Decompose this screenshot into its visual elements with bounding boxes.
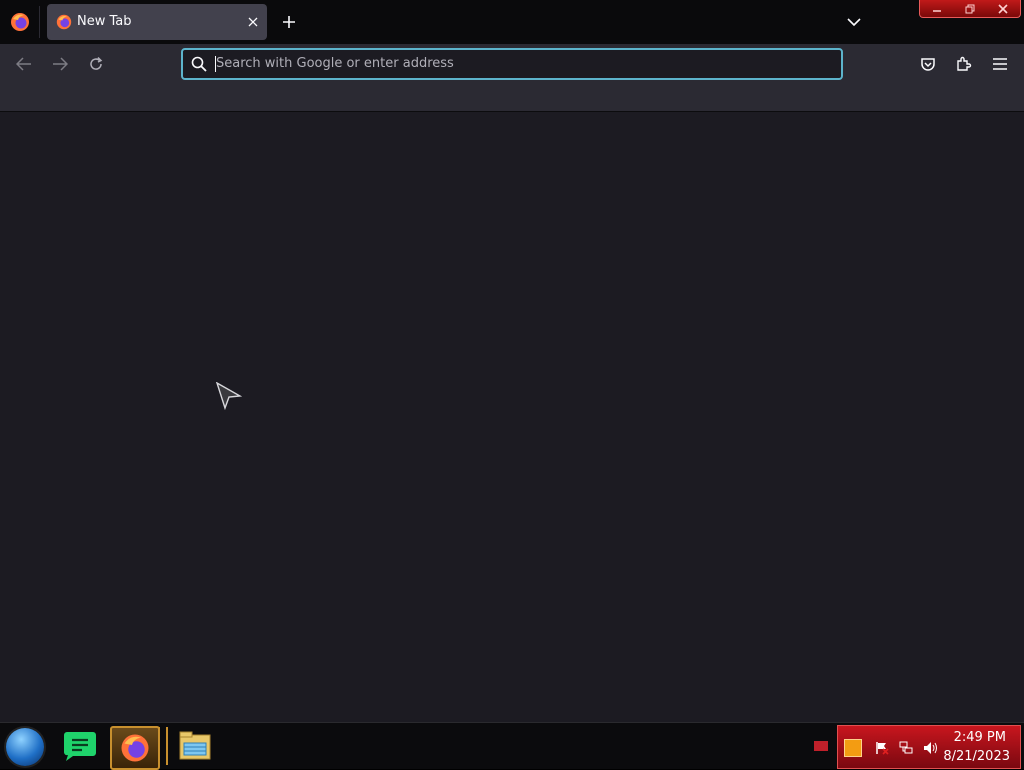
firefox-taskbar-button[interactable] [110, 726, 160, 770]
page-content[interactable] [0, 112, 1024, 722]
back-arrow-icon[interactable] [10, 50, 38, 78]
volume-icon[interactable] [923, 740, 939, 754]
address-bar[interactable]: Search with Google or enter address [181, 48, 843, 80]
extensions-puzzle-icon[interactable] [950, 50, 978, 78]
firefox-icon[interactable] [10, 12, 30, 32]
start-orb-icon[interactable] [6, 728, 44, 766]
search-icon [191, 56, 207, 72]
address-bar-placeholder: Search with Google or enter address [216, 56, 454, 71]
notification-icon[interactable] [814, 741, 828, 751]
firefox-icon [56, 14, 72, 30]
tray-app-icon[interactable] [844, 739, 862, 757]
clock-date[interactable]: 8/21/2023 [943, 749, 1010, 764]
navigation-toolbar: Search with Google or enter address [0, 44, 1024, 112]
network-icon[interactable] [899, 740, 913, 754]
system-tray: 2:49 PM 8/21/2023 [837, 725, 1021, 769]
tab-strip: New Tab [0, 0, 1024, 44]
minimize-icon[interactable] [920, 0, 953, 17]
hamburger-menu-icon[interactable] [986, 50, 1014, 78]
tab-title: New Tab [77, 14, 132, 29]
window-close-icon[interactable] [987, 0, 1020, 17]
messages-app-icon[interactable] [62, 728, 98, 764]
mouse-pointer-icon [215, 381, 243, 411]
tab-separator [39, 6, 40, 38]
pocket-icon[interactable] [914, 50, 942, 78]
file-explorer-icon[interactable] [177, 729, 213, 763]
window-controls [919, 0, 1021, 18]
forward-arrow-icon[interactable] [46, 50, 74, 78]
reload-icon[interactable] [82, 50, 110, 78]
clock-time[interactable]: 2:49 PM [954, 730, 1006, 745]
close-icon[interactable] [241, 10, 265, 34]
restore-icon[interactable] [953, 0, 986, 17]
chevron-down-icon[interactable] [841, 9, 867, 35]
firefox-icon [121, 734, 149, 762]
action-center-flag-icon[interactable] [875, 740, 889, 755]
tab-new-tab[interactable]: New Tab [47, 4, 267, 40]
new-tab-plus-icon[interactable] [276, 9, 302, 35]
taskbar: 2:49 PM 8/21/2023 [0, 722, 1024, 770]
window-stack-indicator [158, 727, 168, 765]
